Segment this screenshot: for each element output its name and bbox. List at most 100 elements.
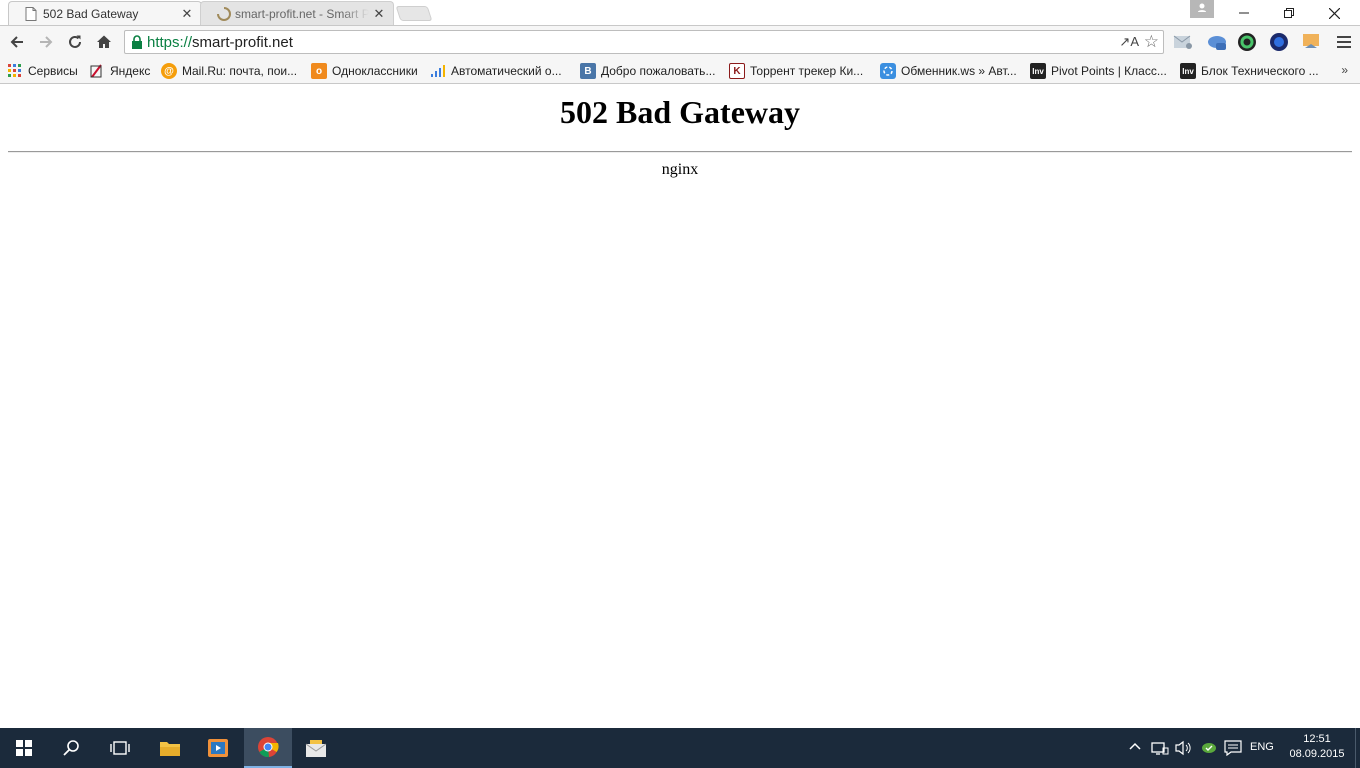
address-bar[interactable]: https://smart-profit.net ↗A ☆	[124, 30, 1164, 54]
bookmark-odnoklassniki[interactable]: о Одноклассники	[311, 62, 418, 80]
cloud-sync-icon	[1202, 743, 1216, 753]
media-player-icon	[208, 739, 228, 757]
horizontal-rule	[8, 151, 1352, 153]
tab-title: 502 Bad Gateway	[43, 6, 139, 21]
close-tab-icon[interactable]: ✕	[181, 6, 193, 22]
bookmark-label: Mail.Ru: почта, пои...	[182, 64, 298, 78]
page-title: 502 Bad Gateway	[560, 94, 800, 130]
folder-icon	[160, 742, 180, 756]
media-player-button[interactable]	[194, 728, 242, 768]
bookmark-mailru[interactable]: @ Mail.Ru: почта, пои...	[161, 62, 297, 80]
kinozal-icon: K	[729, 63, 745, 79]
loading-spinner-icon	[217, 6, 231, 21]
sync-tray-icon[interactable]	[1200, 740, 1218, 759]
home-icon	[97, 35, 111, 48]
back-button[interactable]	[5, 30, 29, 54]
clock-time: 12:51	[1303, 733, 1331, 745]
mail-checker-icon[interactable]	[1172, 31, 1194, 53]
color-picker-icon[interactable]	[1236, 31, 1258, 53]
bookmark-label: Одноклассники	[332, 64, 418, 78]
arrow-right-icon	[40, 36, 53, 48]
bookmark-label: Блок Технического ...	[1201, 64, 1319, 78]
forward-button[interactable]	[34, 30, 58, 54]
show-hidden-icons-chevron[interactable]	[1129, 740, 1141, 755]
odnoklassniki-icon: о	[311, 63, 327, 79]
title-bar: 502 Bad Gateway ✕ smart-profit.net - Sma…	[0, 0, 1360, 26]
network-icon	[1151, 742, 1169, 755]
page-content: 502 Bad Gateway nginx	[0, 85, 1360, 728]
new-tab-button[interactable]	[395, 6, 433, 21]
cast-extension-icon[interactable]	[1300, 31, 1322, 53]
minimize-icon	[1239, 12, 1249, 14]
restore-icon	[1284, 8, 1294, 18]
mail-taskbar-button[interactable]	[292, 728, 340, 768]
tab-502-bad-gateway[interactable]: 502 Bad Gateway ✕	[8, 1, 202, 25]
show-desktop-button[interactable]	[1355, 728, 1360, 768]
vk-icon: B	[580, 63, 596, 79]
bookmark-services[interactable]: Сервисы	[7, 62, 78, 80]
reload-icon	[69, 35, 81, 48]
network-tray-icon[interactable]	[1151, 740, 1169, 759]
task-view-icon	[110, 741, 130, 755]
bookmark-label: Яндекс	[110, 64, 151, 78]
exchanger-icon	[880, 63, 896, 79]
blue-circle-extension-icon[interactable]	[1268, 31, 1290, 53]
investing-icon: Inv	[1180, 63, 1196, 79]
arrow-left-icon	[10, 36, 23, 48]
url-text[interactable]: https://smart-profit.net	[147, 34, 293, 51]
person-icon	[1198, 3, 1206, 12]
chrome-taskbar-button[interactable]	[244, 728, 292, 768]
chrome-menu-button[interactable]	[1333, 31, 1355, 53]
bookmark-label: Pivot Points | Класс...	[1051, 64, 1167, 78]
bookmark-label: Добро пожаловать...	[601, 64, 716, 78]
language-indicator[interactable]: ENG	[1250, 741, 1274, 753]
chevron-up-icon	[1129, 742, 1141, 750]
chrome-icon	[258, 737, 279, 758]
close-window-button[interactable]	[1312, 0, 1356, 26]
server-signature: nginx	[661, 161, 699, 178]
bookmark-tech-block[interactable]: Inv Блок Технического ...	[1180, 62, 1319, 80]
bookmark-yandex[interactable]: Яндекс	[89, 62, 150, 80]
search-button[interactable]	[48, 728, 96, 768]
bars-icon	[430, 63, 446, 79]
lock-icon[interactable]	[127, 35, 147, 49]
bookmark-label: Автоматический о...	[451, 64, 562, 78]
start-button[interactable]	[0, 728, 48, 768]
bookmark-label: Обменник.ws » Авт...	[901, 64, 1017, 78]
mailru-icon: @	[161, 63, 177, 79]
apps-grid-icon	[7, 63, 23, 79]
bookmark-automatic[interactable]: Автоматический о...	[430, 62, 562, 80]
close-tab-icon[interactable]: ✕	[373, 6, 385, 22]
page-document-icon	[25, 6, 37, 21]
search-icon	[63, 740, 79, 756]
windows-logo-icon	[16, 740, 32, 756]
investing-icon: Inv	[1030, 63, 1046, 79]
bookmark-obmennik[interactable]: Обменник.ws » Авт...	[880, 62, 1017, 80]
reload-button[interactable]	[63, 30, 87, 54]
notifications-icon	[1224, 740, 1242, 757]
weather-cloud-icon[interactable]	[1206, 31, 1228, 53]
bookmark-vk[interactable]: B Добро пожаловать...	[580, 62, 715, 80]
speaker-icon	[1175, 740, 1191, 756]
minimize-button[interactable]	[1222, 0, 1266, 26]
hamburger-menu-icon	[1337, 36, 1351, 48]
volume-tray-icon[interactable]	[1175, 740, 1193, 759]
url-scheme: https://	[147, 33, 193, 51]
yandex-icon	[89, 63, 105, 79]
bookmark-star-icon[interactable]: ☆	[1144, 32, 1159, 52]
home-button[interactable]	[92, 30, 116, 54]
bookmark-kinozal[interactable]: K Торрент трекер Ки...	[729, 62, 863, 80]
tab-smart-profit[interactable]: smart-profit.net - Smart P ✕	[200, 1, 394, 25]
profile-button[interactable]	[1190, 0, 1214, 18]
translate-icon[interactable]: ↗A	[1119, 34, 1139, 50]
file-explorer-button[interactable]	[146, 728, 194, 768]
action-center-tray-icon[interactable]	[1224, 740, 1242, 759]
windows-taskbar: ENG 12:51 08.09.2015	[0, 728, 1360, 768]
system-clock[interactable]: 12:51 08.09.2015	[1282, 732, 1352, 762]
clock-date: 08.09.2015	[1289, 748, 1345, 760]
task-view-button[interactable]	[96, 728, 144, 768]
restore-button[interactable]	[1267, 0, 1311, 26]
bookmark-pivot-points[interactable]: Inv Pivot Points | Класс...	[1030, 62, 1167, 80]
url-host: smart-profit.net	[192, 33, 293, 51]
bookmarks-overflow-chevron[interactable]: »	[1341, 63, 1348, 77]
